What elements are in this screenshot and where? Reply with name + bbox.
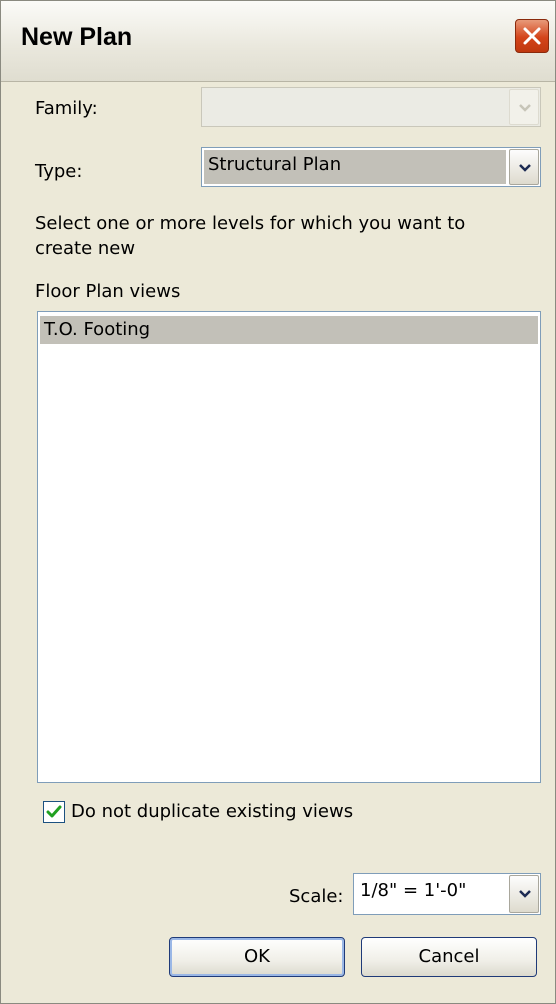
chevron-down-icon (519, 890, 531, 898)
scale-value: 1/8" = 1'-0" (360, 880, 467, 901)
levels-listbox[interactable]: T.O. Footing (37, 311, 541, 783)
scale-dropdown-arrow[interactable] (509, 875, 539, 913)
level-label: T.O. Footing (44, 319, 151, 340)
new-plan-dialog: New Plan Family: Type: Structural Plan S… (0, 0, 556, 1004)
family-label: Family: (35, 98, 98, 119)
chevron-down-icon (519, 104, 531, 112)
type-dropdown-arrow[interactable] (509, 149, 539, 185)
close-icon (523, 27, 541, 45)
chevron-down-icon (519, 164, 531, 172)
scale-label: Scale: (289, 886, 344, 907)
type-dropdown[interactable]: Structural Plan (201, 147, 541, 187)
close-button[interactable] (515, 19, 549, 53)
duplicate-checkbox[interactable] (43, 801, 65, 823)
type-value: Structural Plan (208, 154, 342, 175)
duplicate-checkbox-label: Do not duplicate existing views (71, 801, 354, 822)
family-dropdown-arrow (509, 89, 539, 125)
cancel-button[interactable]: Cancel (361, 937, 537, 977)
type-label: Type: (35, 161, 83, 182)
ok-button[interactable]: OK (169, 937, 345, 977)
scale-dropdown[interactable]: 1/8" = 1'-0" (353, 873, 541, 915)
checkmark-icon (46, 805, 62, 818)
list-heading: Floor Plan views (35, 281, 181, 302)
family-dropdown (201, 87, 541, 127)
list-item[interactable]: T.O. Footing (40, 316, 538, 344)
levels-instruction: Select one or more levels for which you … (35, 213, 466, 259)
dialog-title: New Plan (21, 23, 133, 51)
title-bar[interactable]: New Plan (1, 1, 555, 82)
